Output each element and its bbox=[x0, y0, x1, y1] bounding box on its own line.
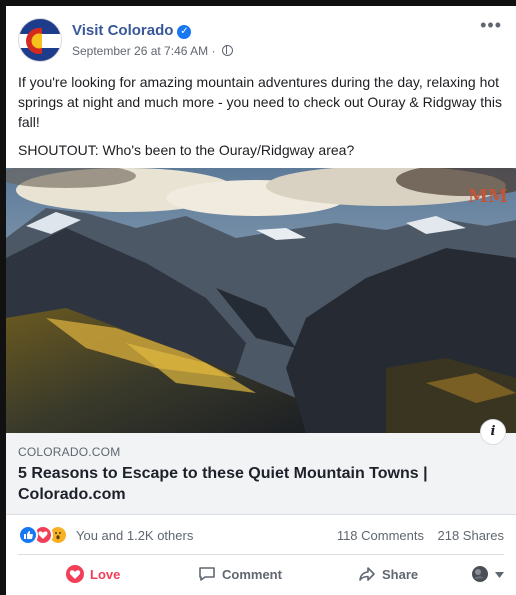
link-title[interactable]: 5 Reasons to Escape to these Quiet Mount… bbox=[18, 463, 458, 505]
verified-badge-icon: ✓ bbox=[177, 25, 192, 39]
chevron-down-icon bbox=[495, 572, 504, 578]
share-count[interactable]: 218 Shares bbox=[438, 528, 505, 543]
link-domain: COLORADO.COM bbox=[18, 445, 121, 459]
meta-separator: · bbox=[211, 44, 216, 58]
colorado-flag-logo-icon bbox=[19, 19, 61, 61]
audience-selector[interactable] bbox=[471, 561, 504, 589]
post-text: If you're looking for amazing mountain a… bbox=[18, 72, 504, 168]
post-meta: September 26 at 7:46 AM · bbox=[72, 44, 233, 58]
mountain-landscape-photo: MM bbox=[6, 168, 516, 433]
profile-avatar-icon bbox=[472, 566, 488, 582]
post-actions: Love Comment Share bbox=[18, 561, 504, 589]
share-button[interactable]: Share bbox=[358, 561, 418, 589]
more-options-icon[interactable]: ••• bbox=[480, 16, 502, 34]
like-icon bbox=[18, 525, 38, 545]
info-icon[interactable]: i bbox=[480, 419, 506, 445]
divider bbox=[18, 554, 504, 555]
post-timestamp[interactable]: September 26 at 7:46 AM bbox=[72, 44, 208, 58]
reactions-bar: You and 1.2K others 118 Comments 218 Sha… bbox=[18, 524, 504, 548]
link-preview-card[interactable]: COLORADO.COM 5 Reasons to Escape to thes… bbox=[6, 419, 516, 515]
post-header: Visit Colorado ✓ September 26 at 7:46 AM … bbox=[18, 16, 502, 64]
post-paragraph: If you're looking for amazing mountain a… bbox=[18, 74, 503, 130]
comment-label: Comment bbox=[222, 567, 282, 582]
comment-button[interactable]: Comment bbox=[198, 561, 282, 589]
page-name-label[interactable]: Visit Colorado bbox=[72, 22, 173, 39]
share-label: Share bbox=[382, 567, 419, 582]
page-avatar[interactable] bbox=[18, 18, 62, 62]
love-button[interactable]: Love bbox=[66, 561, 120, 589]
love-reaction-icon bbox=[66, 565, 84, 583]
facebook-post: Visit Colorado ✓ September 26 at 7:46 AM … bbox=[6, 6, 516, 595]
post-image[interactable]: MM bbox=[6, 168, 516, 433]
love-label: Love bbox=[90, 567, 121, 582]
page-name[interactable]: Visit Colorado ✓ bbox=[72, 22, 192, 39]
reaction-count[interactable]: You and 1.2K others bbox=[76, 528, 193, 543]
photo-watermark: MM bbox=[468, 186, 508, 207]
comment-count[interactable]: 118 Comments bbox=[337, 528, 424, 543]
post-paragraph: SHOUTOUT: Who's been to the Ouray/Ridgwa… bbox=[18, 142, 355, 158]
public-globe-icon[interactable] bbox=[221, 45, 233, 56]
share-arrow-icon bbox=[359, 567, 375, 581]
comment-icon bbox=[199, 567, 215, 581]
